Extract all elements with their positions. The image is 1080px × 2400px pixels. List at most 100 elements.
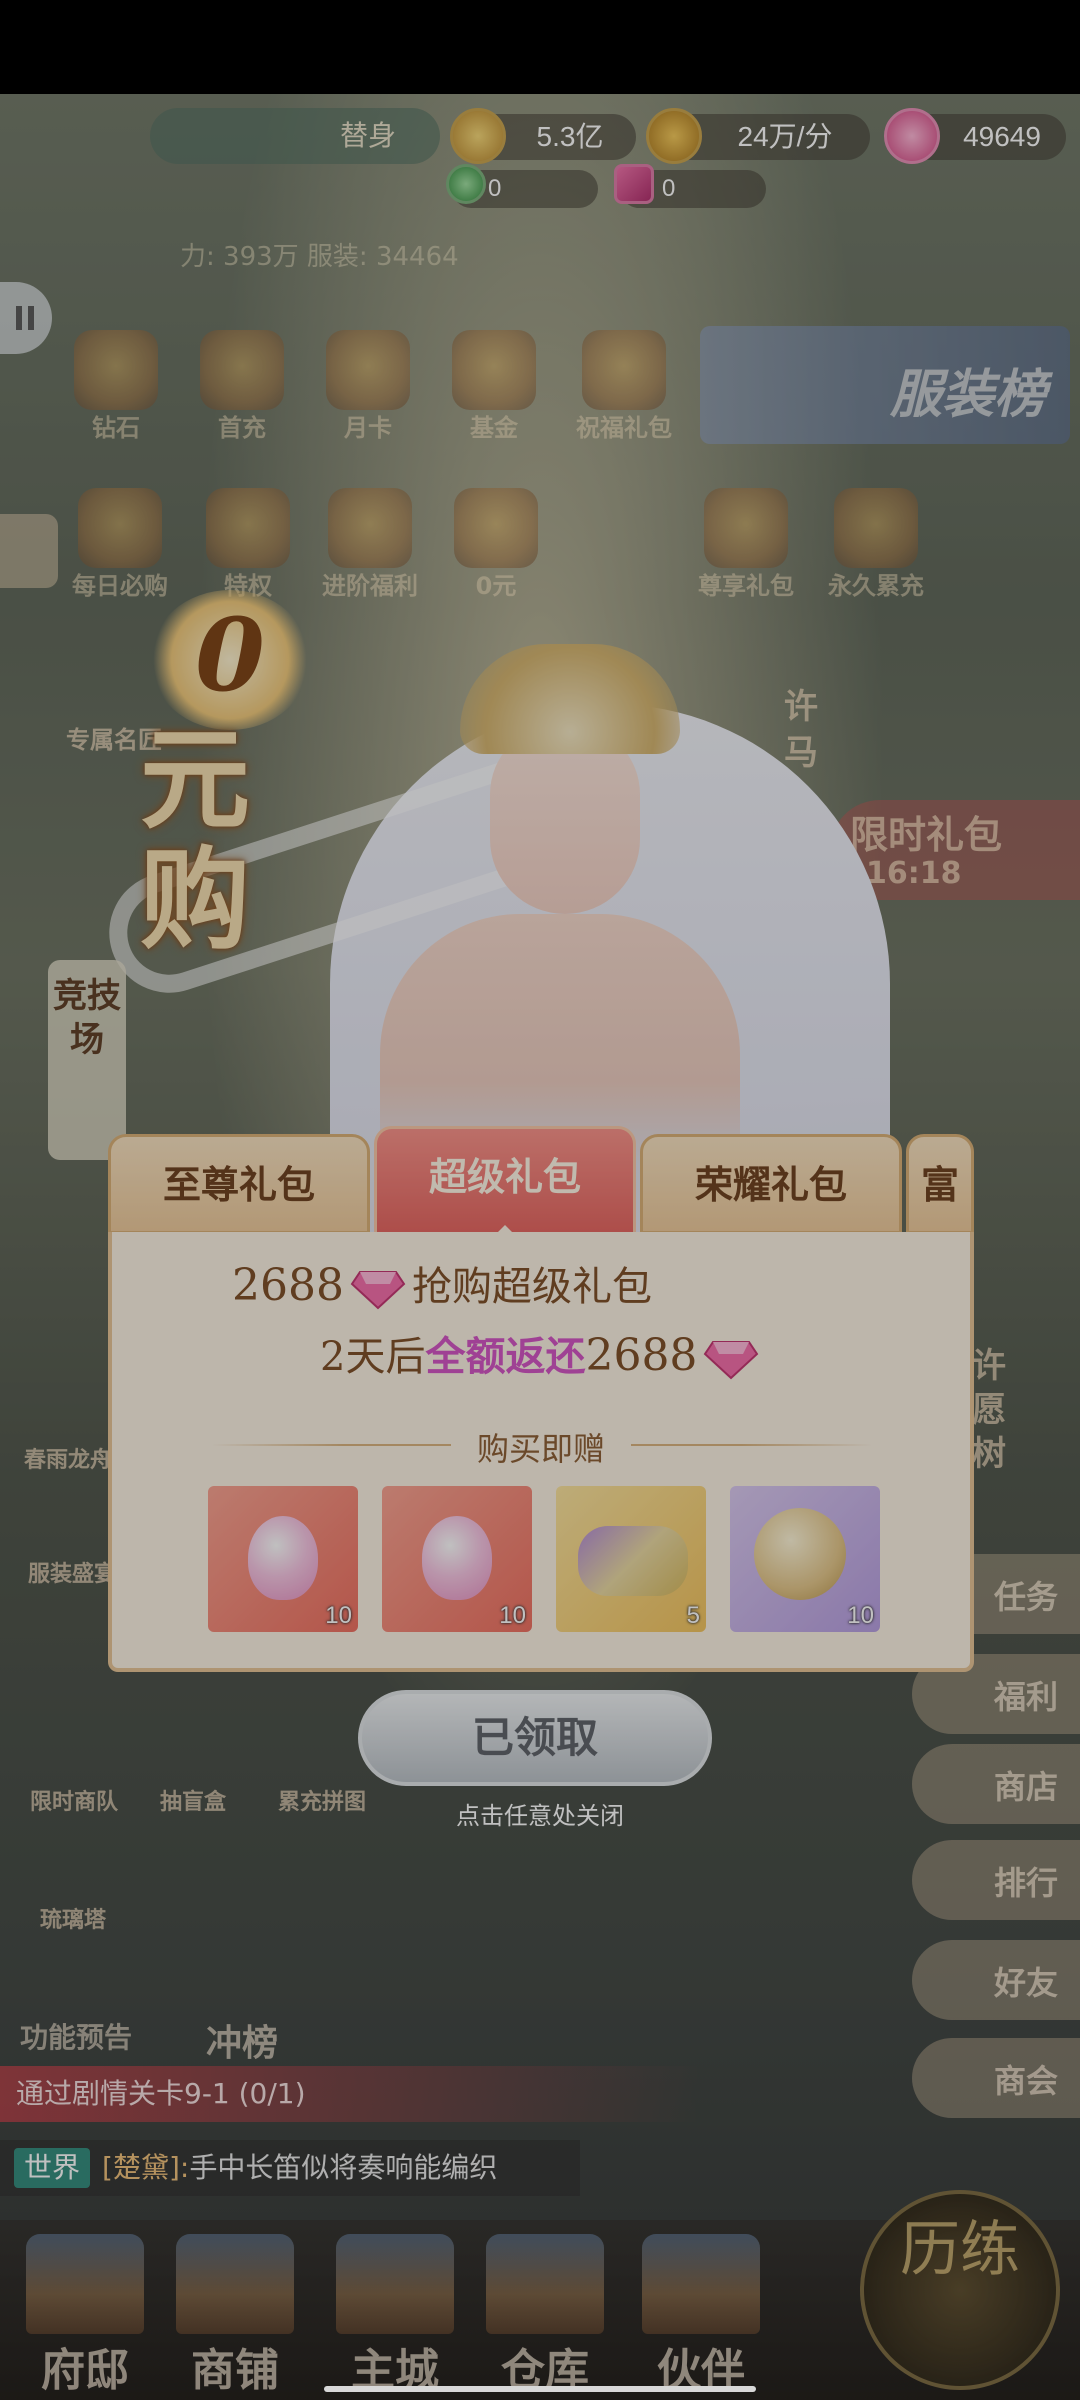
close-hint[interactable]: 点击任意处关闭: [0, 1796, 1080, 1831]
menu-premium-pack[interactable]: 尊享礼包: [696, 488, 796, 600]
tab-wealth-pack[interactable]: 富: [906, 1134, 974, 1234]
tab-supreme-pack[interactable]: 至尊礼包: [108, 1134, 370, 1234]
menu-month-card[interactable]: 月卡: [318, 330, 418, 442]
crystal-egg-icon: [248, 1516, 318, 1600]
right-menu-label: 排行: [993, 1864, 1058, 1902]
claimed-button[interactable]: 已领取: [358, 1690, 712, 1786]
coin-icon: [450, 108, 506, 164]
menu-diamond[interactable]: 钻石: [66, 330, 166, 442]
menu-blessing-pack[interactable]: 祝福礼包: [574, 330, 674, 442]
fund-icon: [452, 330, 536, 410]
quest-tracker[interactable]: 通过剧情关卡9-1 (0/1): [0, 2066, 700, 2122]
player-name: 替身: [340, 119, 397, 152]
bonus-gift-label: 购买即赠: [450, 1430, 631, 1468]
nav-mansion[interactable]: 府邸: [0, 2234, 170, 2396]
nav-shop[interactable]: 商铺: [150, 2234, 320, 2396]
menu-permanent-charge[interactable]: 永久累充: [826, 488, 926, 600]
bonus-items: 10 10 5 10: [208, 1486, 888, 1636]
menu-label: 祝福礼包: [576, 414, 672, 442]
menu-label: 首充: [218, 414, 266, 442]
function-preview-button[interactable]: 功能预告: [20, 2016, 132, 2056]
left-menu-dragonboat[interactable]: 春雨龙舟: [24, 1442, 112, 1474]
chat-bar[interactable]: 世界 [楚黛]:手中长笛似将奏响能编织: [0, 2140, 580, 2196]
purchase-text: 抢购超级礼包: [411, 1264, 652, 1310]
book-icon: [206, 488, 290, 568]
menu-privilege[interactable]: 特权: [198, 488, 298, 600]
thread-spool-icon: [754, 1508, 846, 1600]
refund-prefix: 2天后: [320, 1334, 426, 1380]
pack-panel: 2688 抢购超级礼包 2天后全额返还2688 购买即赠 10 10 5 10: [108, 1232, 974, 1672]
income-value: 24万/分: [737, 121, 833, 152]
nav-main-city[interactable]: 主城: [310, 2234, 480, 2396]
bonus-gift-title: 购买即赠: [112, 1424, 970, 1470]
right-menu-label: 好友: [993, 1964, 1058, 2002]
tab-super-pack[interactable]: 超级礼包: [374, 1126, 636, 1240]
diamond-icon: [74, 330, 158, 410]
refund-line: 2天后全额返还2688: [320, 1324, 765, 1382]
chest-icon: [704, 488, 788, 568]
menu-zero-yuan[interactable]: 0元: [446, 488, 546, 600]
left-menu-glass-tower[interactable]: 琉璃塔: [40, 1902, 106, 1934]
gold-ingot-icon: [646, 108, 702, 164]
right-menu-friends[interactable]: 好友: [912, 1940, 1080, 2020]
yuan-gou-title: 元购: [140, 715, 250, 964]
reward-item[interactable]: 10: [208, 1486, 358, 1632]
diamond-icon: [704, 1341, 759, 1380]
zero-digit: 0: [195, 596, 265, 714]
reward-item[interactable]: 5: [556, 1486, 706, 1632]
green-counter[interactable]: 0: [446, 164, 598, 208]
wish-tree-label[interactable]: 许愿树: [972, 1344, 1012, 1476]
fashion-ranking-banner[interactable]: 服装榜: [700, 326, 1070, 444]
city-icon: [336, 2234, 454, 2334]
blessing-icon: [582, 330, 666, 410]
menu-label: 永久累充: [828, 572, 924, 600]
gem-counter[interactable]: 49649: [884, 108, 1066, 164]
training-button[interactable]: 历练: [860, 2190, 1060, 2390]
crystal-egg-icon: [422, 1516, 492, 1600]
coin-value: 5.3亿: [536, 121, 604, 152]
chat-channel-tag: 世界: [14, 2148, 91, 2188]
nav-label: 府邸: [41, 2345, 129, 2396]
menu-label: 钻石: [92, 414, 140, 442]
chat-message: 手中长笛似将奏响能编织: [189, 2151, 498, 2184]
reward-item[interactable]: 10: [730, 1486, 880, 1632]
left-arrow-button[interactable]: [0, 514, 58, 588]
reward-item[interactable]: 10: [382, 1486, 532, 1632]
menu-first-charge[interactable]: 首充: [192, 330, 292, 442]
item-count: 10: [847, 1602, 874, 1629]
gem-value: 49649: [963, 121, 1041, 152]
nav-warehouse[interactable]: 仓库: [460, 2234, 630, 2396]
ticket-value: 0: [662, 175, 676, 202]
mansion-icon: [26, 2234, 144, 2334]
pavilion-icon: [78, 488, 162, 568]
income-counter[interactable]: 24万/分: [646, 108, 870, 164]
menu-daily[interactable]: 每日必购: [70, 488, 170, 600]
right-menu-ranking[interactable]: 排行: [912, 1840, 1080, 1920]
green-value: 0: [488, 175, 502, 202]
rush-ranking-button[interactable]: 冲榜: [206, 2014, 278, 2066]
menu-label: 0元: [475, 572, 517, 600]
status-bar: [0, 0, 1080, 94]
zero-icon: [454, 488, 538, 568]
right-menu-label: 福利: [993, 1678, 1058, 1716]
ticket-counter[interactable]: 0: [614, 164, 766, 208]
welfare-icon: [328, 488, 412, 568]
menu-advance-welfare[interactable]: 进阶福利: [320, 488, 420, 600]
home-indicator[interactable]: [324, 2386, 756, 2392]
partners-icon: [642, 2234, 760, 2334]
tab-glory-pack[interactable]: 荣耀礼包: [640, 1134, 902, 1234]
refund-highlight: 全额返还: [425, 1333, 586, 1380]
right-menu-guild[interactable]: 商会: [912, 2038, 1080, 2118]
treasure-icon: [834, 488, 918, 568]
left-menu-fashion-feast[interactable]: 服装盛宴: [28, 1556, 116, 1588]
character-crown: [460, 644, 680, 754]
right-menu-label: 商会: [993, 2062, 1058, 2100]
coin-counter[interactable]: 5.3亿: [450, 108, 636, 164]
player-name-pill[interactable]: 替身: [150, 108, 440, 164]
zero-yuan-logo: 0: [150, 590, 310, 730]
chat-speaker: [楚黛]:: [102, 2151, 190, 2184]
menu-fund[interactable]: 基金: [444, 330, 544, 442]
pause-button[interactable]: [0, 282, 52, 354]
nav-partners[interactable]: 伙伴: [616, 2234, 786, 2396]
shop-icon: [176, 2234, 294, 2334]
